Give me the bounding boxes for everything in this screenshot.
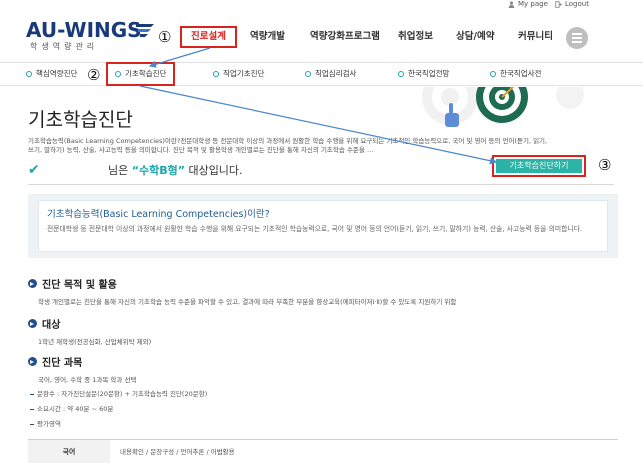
nav-programs[interactable]: 역량강화프로그램 [310,26,380,48]
nav-career-design[interactable]: 진로설계 [180,26,237,48]
annotation-marker-2: ② [87,66,101,84]
section-arrow-icon [28,357,37,366]
hamburger-icon-bar [572,37,582,39]
start-diagnosis-button[interactable]: 기초학습진단하기 [492,155,586,177]
mypage-link[interactable]: My page [508,0,548,8]
wing-logo-icon [136,24,154,37]
start-diagnosis-label: 기초학습진단하기 [496,159,582,173]
section-course: 진단 과목 국어, 영어, 수학 중 1과목 학과 선택 문항수 : 자가진단설… [28,354,618,430]
subnav-job-outlook[interactable]: 한국직업전망 [398,63,449,85]
subnav-label: 기초학습진단 [125,69,167,78]
subnav-basic-learning[interactable]: 기초학습진단 [106,62,176,86]
table-cell: 내용확인 / 문장구성 / 언어추론 / 어법활용 [120,448,235,456]
logo-subtitle: 학생역량관리 [30,42,99,51]
definition-box-inner: 기초학습능력(Basic Learning Competencies)이란? 전… [38,200,608,252]
section-target-head: 대상 [28,316,618,331]
subnav-label: 직업심리검사 [315,69,357,78]
result-suffix: 대상입니다. [184,164,243,177]
nav-community[interactable]: 커뮤니티 [518,26,553,48]
logout-link[interactable]: Logout [555,0,589,8]
subnav-job-dictionary[interactable]: 한국직업사전 [490,63,541,85]
menu-button[interactable] [566,27,588,49]
evaluation-table: 국어 내용확인 / 문장구성 / 언어추론 / 어법활용 [28,439,618,463]
mypage-label: My page [518,0,548,8]
logout-label: Logout [565,0,589,8]
table-header-cell: 국어 [28,440,110,463]
utility-bar: My page Logout [0,0,643,14]
definition-box: 기초학습능력(Basic Learning Competencies)이란? 전… [28,194,618,258]
section-arrow-icon [28,319,37,328]
subnav-label: 핵심역량진단 [36,69,78,78]
section-target-body: 1학년 재학생(전공심화, 산업체위탁 제외) [38,338,152,346]
annotation-marker-3: ③ [598,156,612,174]
dash-bullet-icon [30,393,34,396]
nav-counseling[interactable]: 상담/예약 [456,26,494,48]
section-arrow-icon [28,279,37,288]
nav-jobs[interactable]: 취업정보 [398,26,433,48]
result-prefix: 님은 [108,164,132,177]
section-course-content: 국어, 영어, 수학 중 1과목 학과 선택 문항수 : 자가진단설문(20문항… [28,375,618,430]
subnav-psychology-test[interactable]: 직업심리검사 [305,63,356,85]
course-item: 평가영역 [30,419,618,430]
course-item: 소요시간 : 약 40분 ~ 60분 [30,404,618,415]
course-item-text: 문항수 : 자가진단설문(20문항) + 기초학습능력 진단(20문항) [37,390,208,398]
subnav-label: 한국직업전망 [408,69,450,78]
section-purpose-body: 학생 개인별로는 진단을 통해 자신의 기초학습 능력 수준을 파악할 수 있고… [38,298,457,306]
user-icon [508,1,515,8]
dash-bullet-icon [30,408,34,411]
subnav-label: 한국직업사전 [500,69,542,78]
definition-title: 기초학습능력(Basic Learning Competencies)이란? [47,209,270,220]
nav-competency[interactable]: 역량개발 [250,26,285,48]
course-item: 문항수 : 자가진단설문(20문항) + 기초학습능력 진단(20문항) [30,389,618,400]
intro-text: 기초학습능력(Basic Learning Competencies)이란?전문… [28,137,548,154]
definition-body: 전문대학생 등 전문대학 이상의 과정에서 원활한 학습 수행을 위해 요구되는… [47,225,583,233]
subnav-label: 직업기초진단 [223,69,265,78]
checkmark-icon: ✔ [28,162,40,178]
course-item-text: 평가영역 [37,420,61,428]
divider [28,184,614,185]
circle-bullet-icon [490,71,496,77]
sub-nav: 핵심역량진단 ② 기초학습진단 직업기초진단 직업심리검사 한국직업전망 한국직… [0,62,643,86]
logo[interactable]: AU-WINGS 학생역량관리 [26,20,156,54]
annotation-marker-1: ① [158,28,172,46]
circle-bullet-icon [213,71,219,77]
section-purpose-title: 진단 목적 및 활용 [42,280,117,291]
hamburger-icon [572,33,582,35]
page-title: 기초학습진단 [28,109,133,131]
header: AU-WINGS 학생역량관리 ① 진로설계 역량개발 역량강화프로그램 취업정… [0,14,643,58]
subnav-vocational-basic[interactable]: 직업기초진단 [213,63,264,85]
logout-icon [555,0,562,8]
hamburger-icon-bar [572,41,582,43]
section-course-title: 진단 과목 [42,358,83,369]
section-target: 대상 1학년 재학생(전공심화, 산업체위탁 제외) [28,316,618,348]
course-item-text: 소요시간 : 약 40분 ~ 60분 [37,405,114,413]
circle-bullet-icon [26,71,32,77]
circle-bullet-icon [115,71,121,77]
subnav-core-competency[interactable]: 핵심역량진단 [26,63,77,85]
section-course-head: 진단 과목 [28,354,618,369]
dash-bullet-icon [30,423,34,426]
section-purpose: 진단 목적 및 활용 학생 개인별로는 진단을 통해 자신의 기초학습 능력 수… [28,276,618,308]
circle-bullet-icon [305,71,311,77]
result-text: 님은 “수학B형” 대상입니다. [108,162,243,178]
result-type: “수학B형” [131,164,185,177]
section-course-body: 국어, 영어, 수학 중 1과목 학과 선택 [38,376,137,384]
section-target-title: 대상 [42,320,61,331]
circle-bullet-icon [398,71,404,77]
section-purpose-head: 진단 목적 및 활용 [28,276,618,291]
